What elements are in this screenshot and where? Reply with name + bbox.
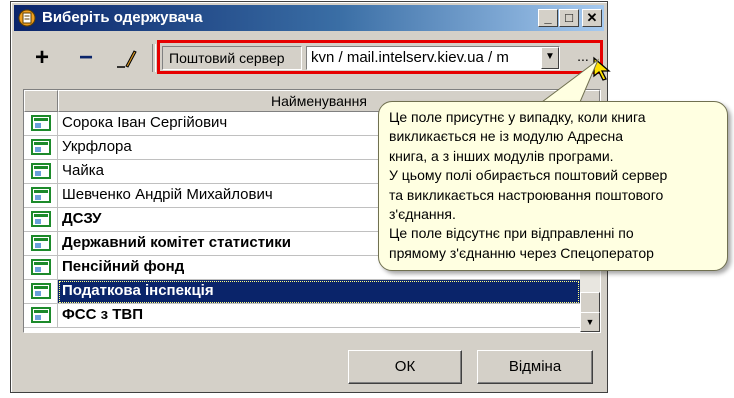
tooltip-line: викликається не із модулю Адресна — [389, 128, 624, 145]
contact-card-icon — [31, 163, 51, 179]
tooltip-line: прямому з'єднанню через Спецоператор — [389, 244, 654, 261]
table-row[interactable]: Податкова інспекція — [24, 280, 580, 304]
tooltip-line: з'єднання. — [389, 206, 456, 223]
contact-card-cell[interactable] — [24, 304, 58, 328]
tooltip-line: Це поле присутнє у випадку, коли книга — [389, 109, 646, 125]
help-tooltip: Це поле присутнє у випадку, коли книга ви… — [378, 101, 728, 271]
ok-button[interactable]: ОК — [348, 350, 462, 384]
minimize-button[interactable]: _ — [538, 9, 558, 27]
contact-card-cell[interactable] — [24, 112, 58, 136]
contact-card-icon — [31, 211, 51, 227]
tooltip-line: У цьому полі обирається поштовий сервер — [389, 167, 668, 184]
server-label: Поштовий сервер — [162, 46, 302, 70]
contact-card-cell[interactable] — [24, 280, 58, 304]
address-book-icon — [18, 9, 36, 27]
close-button[interactable]: ✕ — [582, 9, 602, 27]
tooltip-line: та викликається настроювання поштового — [389, 186, 664, 203]
recipient-name[interactable]: ФСС з ТВП — [58, 304, 580, 328]
tooltip-line: Це поле відсутнє при відправленні по — [389, 225, 634, 242]
window-title: Виберіть одержувача — [42, 9, 203, 26]
cancel-button[interactable]: Відміна — [477, 350, 593, 384]
title-bar[interactable]: Виберіть одержувача _ □ ✕ — [14, 5, 604, 31]
toolbar-separator — [152, 44, 156, 72]
contact-card-cell[interactable] — [24, 136, 58, 160]
contact-card-cell[interactable] — [24, 208, 58, 232]
table-row[interactable]: ФСС з ТВП — [24, 304, 580, 328]
add-button[interactable]: + — [28, 44, 56, 72]
contact-card-icon — [31, 139, 51, 155]
contact-card-icon — [31, 307, 51, 323]
contact-card-cell[interactable] — [24, 184, 58, 208]
scroll-thumb[interactable] — [580, 292, 600, 314]
recipient-name[interactable]: Податкова інспекція — [58, 280, 580, 304]
edit-button[interactable] — [112, 44, 140, 72]
contact-card-icon — [31, 283, 51, 299]
contact-card-cell[interactable] — [24, 232, 58, 256]
server-value: kvn / mail.intelserv.kiev.ua / m — [311, 49, 509, 66]
contact-card-icon — [31, 235, 51, 251]
scroll-down-icon[interactable]: ▼ — [580, 312, 600, 332]
contact-card-icon — [31, 187, 51, 203]
contact-card-icon — [31, 115, 51, 131]
contact-card-cell[interactable] — [24, 256, 58, 280]
contact-card-icon — [31, 259, 51, 275]
remove-button[interactable]: − — [72, 44, 100, 72]
tooltip-line: книга, а з інших модулів програми. — [389, 147, 614, 164]
toolbar: + − Поштовий сервер kvn / mail.intelserv… — [14, 36, 611, 81]
pencil-icon — [117, 50, 137, 68]
maximize-button[interactable]: □ — [559, 9, 579, 27]
icon-column-header[interactable] — [24, 90, 58, 112]
contact-card-cell[interactable] — [24, 160, 58, 184]
